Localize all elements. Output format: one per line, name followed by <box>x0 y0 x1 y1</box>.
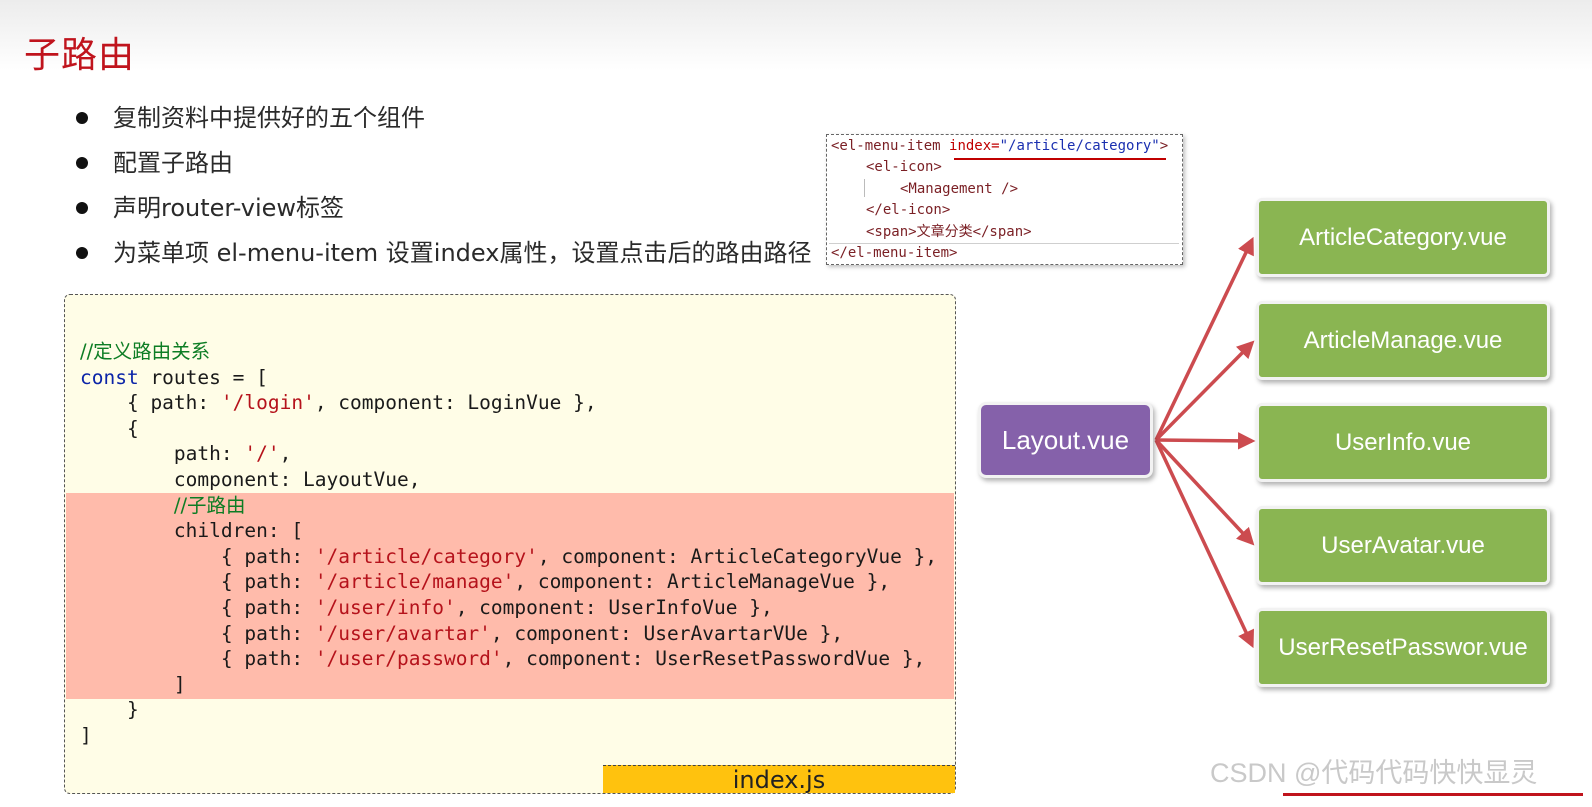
layout-vue-node: Layout.vue <box>978 402 1153 478</box>
csdn-watermark: CSDN @代码代码快快显灵 <box>1210 758 1538 788</box>
article-category-node: ArticleCategory.vue <box>1256 198 1550 277</box>
article-manage-node: ArticleManage.vue <box>1256 301 1550 380</box>
arrow-to-user-info <box>1155 432 1256 450</box>
bottom-accent-bar <box>1283 793 1583 796</box>
arrow-to-user-avatar <box>1154 438 1255 546</box>
user-reset-password-node: UserResetPasswor.vue <box>1256 608 1550 687</box>
user-info-node: UserInfo.vue <box>1256 403 1550 482</box>
arrow-to-article-manage <box>1154 340 1255 442</box>
arrow-to-user-reset-password <box>1154 439 1254 649</box>
arrow-to-article-category <box>1154 236 1254 441</box>
user-avatar-node: UserAvatar.vue <box>1256 506 1550 585</box>
